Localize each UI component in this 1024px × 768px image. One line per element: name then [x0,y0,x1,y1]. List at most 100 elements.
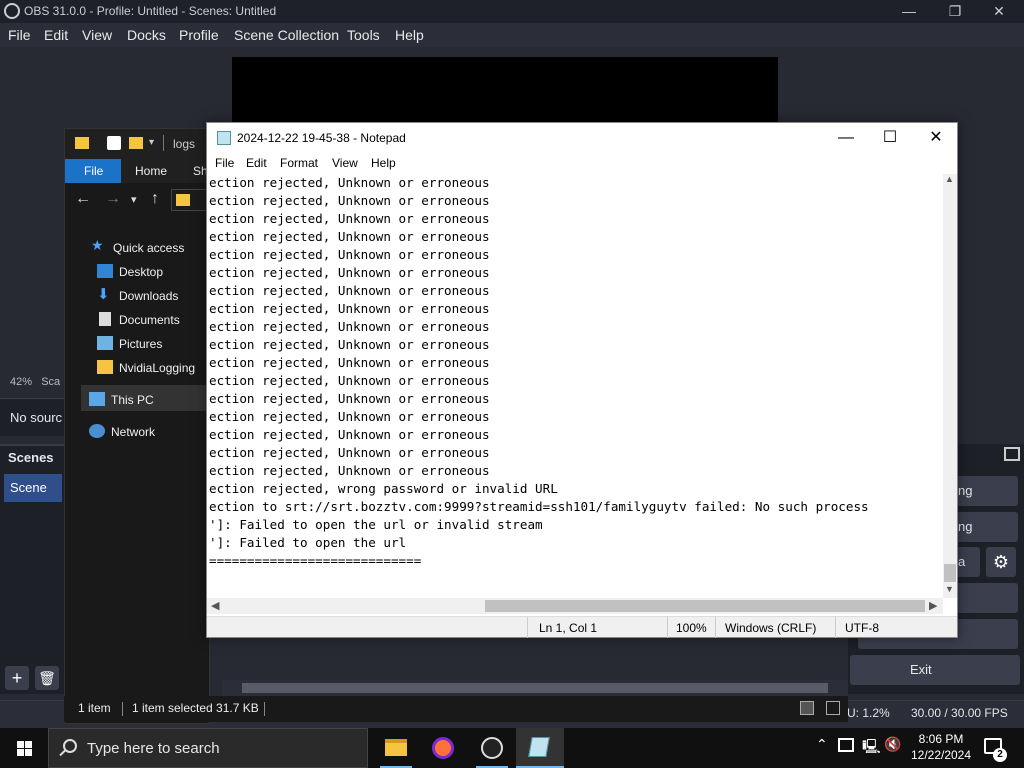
notepad-text-area[interactable]: ection rejected, Unknown or erroneous ect… [209,174,943,598]
obs-menu-file[interactable]: File [8,27,31,43]
show-hidden-icons-chevron-icon[interactable]: ⌃ [816,736,828,753]
notification-count-badge: 2 [993,748,1007,762]
horizontal-scroll-thumb[interactable] [485,600,925,612]
details-view-icon[interactable] [800,701,814,715]
scroll-down-icon[interactable]: ▼ [945,584,954,594]
notepad-menu-file[interactable]: File [215,156,234,170]
network-icon [89,424,105,438]
notepad-horizontal-scrollbar[interactable]: ◀ ▶ [207,598,943,614]
scene-list-item[interactable]: Scene [4,474,62,502]
log-line: ection rejected, Unknown or erroneous [209,445,490,460]
ribbon-tab-file[interactable]: File [65,159,121,183]
notepad-titlebar: 2024-12-22 19-45-38 - Notepad — ☐ ✕ [207,123,957,153]
status-selected-info: 1 item selected 31.7 KB [132,701,259,715]
obs-titlebar: OBS 31.0.0 - Profile: Untitled - Scenes:… [0,0,1024,23]
obs-zoom-label: Sca [41,376,61,388]
taskbar-notepad[interactable] [516,728,564,768]
obs-menu-view[interactable]: View [82,27,112,43]
large-icons-view-icon[interactable] [826,701,840,715]
log-line: ection rejected, Unknown or erroneous [209,211,490,226]
obs-menu-scene-collection[interactable]: Scene Collection [234,27,339,43]
explorer-nav-bar: ← → ▾ ↑ [65,185,211,215]
notepad-window: 2024-12-22 19-45-38 - Notepad — ☐ ✕ File… [206,122,958,638]
forward-arrow-icon[interactable]: → [105,190,121,208]
notepad-vertical-scrollbar[interactable]: ▲ ▼ [943,174,957,598]
obs-horizontal-scrollbar[interactable] [222,680,848,696]
taskbar-clock[interactable]: 8:06 PM 12/22/2024 [906,731,976,763]
taskbar-file-explorer[interactable] [372,728,420,768]
notepad-close-button[interactable]: ✕ [913,123,959,153]
obs-scrollbar-thumb[interactable] [242,683,828,693]
windows-taskbar: ⌃ 🖳 🔇 8:06 PM 12/22/2024 2 [0,728,1024,768]
log-line: ection to srt://srt.bozztv.com:9999?stre… [209,499,869,514]
recent-locations-chevron-icon[interactable]: ▾ [131,193,137,206]
volume-muted-icon[interactable]: 🔇 [884,736,901,753]
obs-menu-help[interactable]: Help [395,27,424,43]
new-folder-icon[interactable] [129,137,143,149]
back-arrow-icon[interactable]: ← [75,190,91,208]
obs-menu-docks[interactable]: Docks [127,27,166,43]
update-tray-icon[interactable] [838,738,854,752]
remove-scene-button[interactable]: 🗑 [35,666,59,690]
virtual-camera-label: a [958,554,966,569]
log-line: ection rejected, Unknown or erroneous [209,319,490,334]
taskbar-obs[interactable] [468,728,516,768]
notepad-menu-edit[interactable]: Edit [246,156,267,170]
clock-date: 12/22/2024 [910,748,972,762]
explorer-titlebar: ▾ logs [65,129,211,159]
log-line: ection rejected, Unknown or erroneous [209,427,490,442]
obs-restore-button[interactable]: ❐ [932,0,978,23]
status-item-count: 1 item [78,701,111,715]
virtual-camera-settings-gear-icon[interactable]: ⚙ [986,547,1016,577]
obs-close-button[interactable]: ✕ [976,0,1022,23]
scroll-up-icon[interactable]: ▲ [945,174,954,184]
up-arrow-icon[interactable]: ↑ [151,190,159,208]
network-tray-icon[interactable]: 🖳 [862,736,881,760]
notepad-menu-help[interactable]: Help [371,156,396,170]
notepad-maximize-button[interactable]: ☐ [867,123,913,153]
obs-menu-tools[interactable]: Tools [347,27,380,43]
nav-quick-access-label: Quick access [113,241,185,255]
notepad-menubar: File Edit Format View Help [207,153,957,173]
notepad-menu-format[interactable]: Format [280,156,318,170]
taskbar-search-box[interactable] [48,728,368,768]
quick-access-toolbar-chevron-icon[interactable]: ▾ [149,137,154,148]
properties-check-icon[interactable] [107,136,121,150]
explorer-path-title: logs [173,137,196,151]
scroll-left-icon[interactable]: ◀ [211,599,219,612]
notepad-menu-view[interactable]: View [332,156,358,170]
nav-pictures-label: Pictures [119,337,163,351]
status-separator [264,702,265,716]
zoom-level: 100% [676,621,707,635]
log-line: ection rejected, Unknown or erroneous [209,175,490,190]
obs-zoom-indicator: 42% Sca [10,376,60,388]
notepad-icon [528,737,550,757]
explorer-folder-icon [75,137,89,149]
notepad-minimize-button[interactable]: — [823,123,869,153]
folder-icon [97,360,113,374]
ribbon-tab-home[interactable]: Home [135,164,167,178]
obs-menu-profile[interactable]: Profile [179,27,219,43]
address-bar[interactable] [171,189,211,211]
log-line: ection rejected, Unknown or erroneous [209,463,490,478]
search-input[interactable] [87,737,357,759]
taskbar-firefox[interactable] [420,728,468,768]
nav-downloads-label: Downloads [119,289,179,303]
dock-undock-icon[interactable] [1004,447,1020,461]
start-button[interactable] [0,728,48,768]
status-separator [835,617,836,638]
add-scene-button[interactable]: + [5,666,29,690]
obs-preview-canvas[interactable] [232,57,778,127]
vertical-scroll-thumb[interactable] [944,564,956,582]
exit-button[interactable]: Exit [850,655,1020,685]
pc-icon [89,392,105,406]
log-line: ection rejected, wrong password or inval… [209,481,558,496]
scroll-right-icon[interactable]: ▶ [929,599,937,612]
log-line: ection rejected, Unknown or erroneous [209,301,490,316]
document-icon [99,312,111,326]
download-icon: ⬇ [97,286,110,303]
windows-logo-icon [25,749,32,756]
obs-minimize-button[interactable]: — [886,0,932,23]
obs-menu-edit[interactable]: Edit [44,27,68,43]
log-line: ection rejected, Unknown or erroneous [209,373,490,388]
